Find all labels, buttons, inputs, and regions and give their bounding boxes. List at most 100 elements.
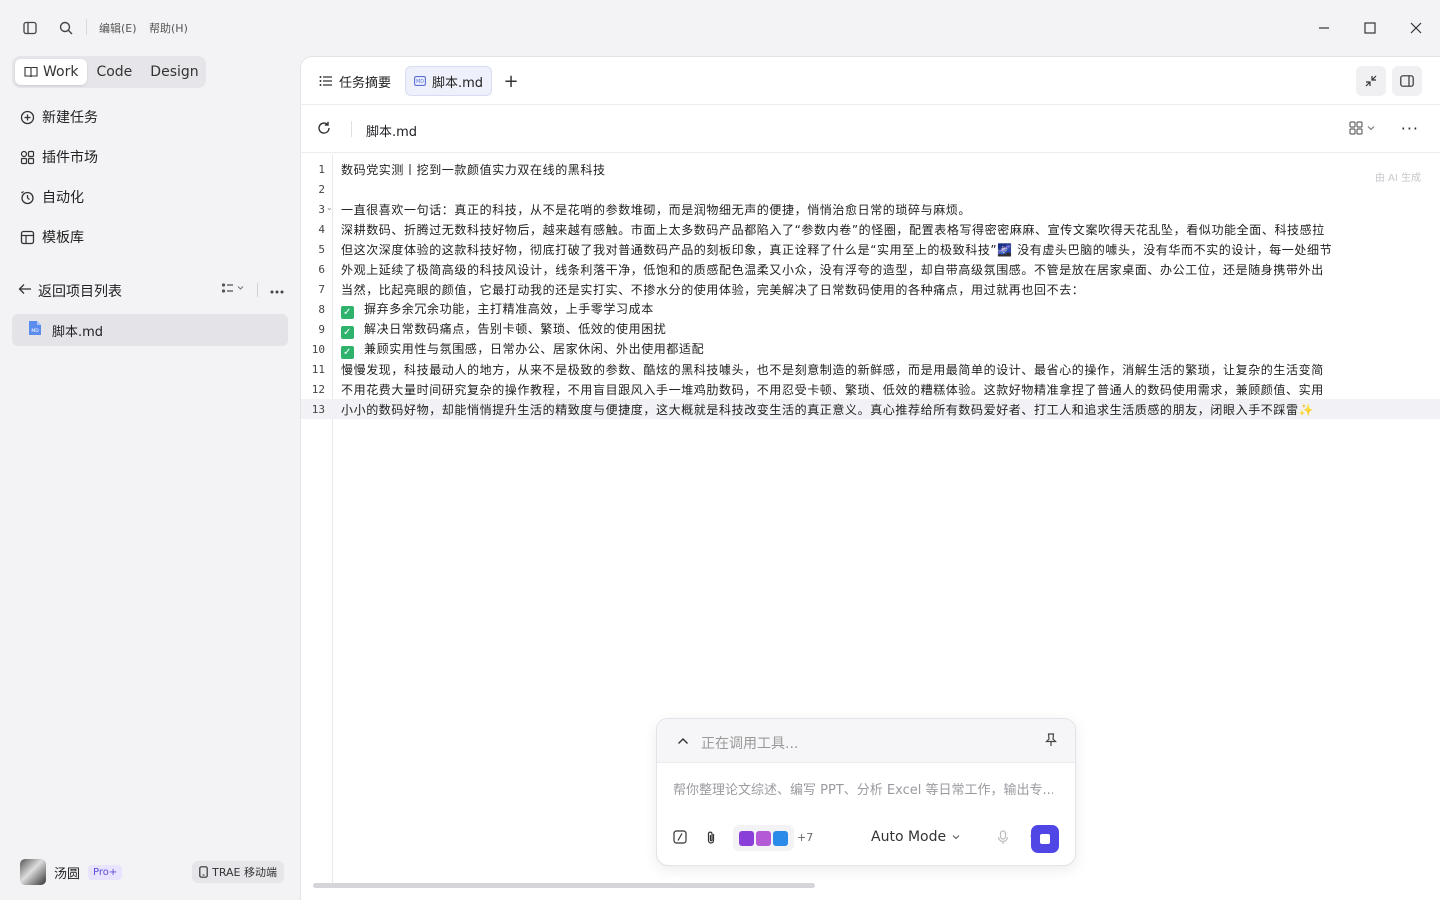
template-icon (20, 230, 35, 244)
design-app-icon (773, 830, 788, 846)
line-content: 一直很喜欢一句话：真正的科技，从不是花哨的参数堆砌，而是润物细无声的便捷，悄悄治… (341, 202, 972, 217)
pin-icon[interactable] (1045, 733, 1057, 751)
line-text: 外观上延续了极简高级的科技风设计，线条利落干净，低饱和的质感配色温柔又小众，没有… (341, 261, 1324, 278)
line-text: 慢慢发现，科技最动人的地方，从来不是极致的参数、酷炫的黑科技噱头，也不是刻意制造… (341, 361, 1324, 378)
editor-line[interactable]: 3 ⌄ 一直很喜欢一句话：真正的科技，从不是花哨的参数堆砌，而是润物细无声的便捷，悄… (301, 199, 1440, 219)
sidebar-item-label: 新建任务 (42, 110, 98, 126)
editor-line[interactable]: 12 不用花费大量时间研究复杂的操作教程，不用盲目跟风入手一堆鸡肋数码，不用忍受卡… (301, 379, 1440, 399)
mode-tab-label: Work (43, 64, 79, 80)
editor-line[interactable]: 13 小小的数码好物，却能悄悄提升生活的精致度与便捷度，这大概就是科技改变生活的真… (301, 399, 1440, 419)
line-text: 数码党实测丨挖到一款颜值实力双在线的黑科技 (341, 161, 606, 178)
line-content: 兼顾实用性与氛围感，日常办公、居家休闲、外出使用都适配 (364, 341, 705, 356)
minimize-icon[interactable] (1312, 16, 1336, 40)
project-file-item[interactable]: MD 脚本.md (12, 314, 288, 346)
book-icon (24, 66, 38, 78)
line-text: 一直很喜欢一句话：真正的科技，从不是花哨的参数堆砌，而是润物细无声的便捷，悄悄治… (341, 201, 971, 218)
mode-tab-design[interactable]: Design (141, 59, 207, 85)
list-view-icon[interactable] (221, 282, 245, 298)
line-number: 2 (318, 182, 325, 196)
add-tab-button[interactable]: + (501, 71, 521, 92)
line-number: 9 (318, 322, 325, 336)
microphone-icon[interactable] (997, 830, 1009, 849)
divider (257, 283, 258, 297)
chat-toolbar: +7 Auto Mode (671, 825, 1067, 853)
editor-line[interactable]: 9 ✓ 解决日常数码痛点，告别卡顿、繁琐、低效的使用困扰 (301, 319, 1440, 339)
svg-text:MD: MD (31, 328, 39, 334)
line-text: 深耕数码、折腾过无数科技好物后，越来越有感触。市面上太多数码产品都陷入了“参数内… (341, 221, 1325, 238)
line-content: 慢慢发现，科技最动人的地方，从来不是极致的参数、酷炫的黑科技噱头，也不是刻意制造… (341, 362, 1324, 377)
editor-line[interactable]: 1 数码党实测丨挖到一款颜值实力双在线的黑科技 (301, 159, 1440, 179)
editor-line[interactable]: 2 (301, 179, 1440, 199)
line-text: 当然，比起亮眼的颜值，它最打动我的还是实打实、不掺水分的使用体验，完美解决了日常… (341, 281, 1084, 298)
user-bar: 汤圆 Pro+ TRAE 移动端 (20, 858, 288, 886)
check-mark-icon: ✓ (341, 325, 354, 339)
tab-script-md[interactable]: MD 脚本.md (405, 66, 493, 96)
avatar[interactable] (20, 859, 46, 885)
line-content: 小小的数码好物，却能悄悄提升生活的精致度与便捷度，这大概就是科技改变生活的真正意… (341, 402, 1315, 417)
slash-command-icon[interactable] (673, 830, 687, 848)
markdown-icon: MD (414, 76, 426, 86)
side-panel-toggle-icon[interactable] (1392, 66, 1422, 96)
maximize-icon[interactable] (1358, 16, 1382, 40)
editor-line[interactable]: 6 外观上延续了极简高级的科技风设计，线条利落干净，低饱和的质感配色温柔又小众，没… (301, 259, 1440, 279)
back-to-projects-link[interactable]: 返回项目列表 (38, 281, 122, 301)
sidebar-item-plugin-market[interactable]: 插件市场 (12, 141, 288, 173)
app-integrations[interactable] (733, 825, 794, 851)
chat-composer: 正在调用工具... 帮你整理论文综述、编写 PPT、分析 Excel 等日常工作… (656, 718, 1076, 866)
editor-line[interactable]: 10 ✓ 兼顾实用性与氛围感，日常办公、居家休闲、外出使用都适配 (301, 339, 1440, 359)
horizontal-scrollbar[interactable] (313, 883, 815, 888)
menu-edit[interactable]: 编辑(E) (99, 20, 137, 36)
line-content: 外观上延续了极简高级的科技风设计，线条利落干净，低饱和的质感配色温柔又小众，没有… (341, 262, 1324, 277)
sidebar-item-templates[interactable]: 模板库 (12, 221, 288, 253)
stop-button[interactable] (1031, 825, 1059, 853)
chevron-up-icon[interactable] (677, 734, 689, 749)
view-mode-dropdown[interactable] (1349, 121, 1375, 135)
mobile-app-label: TRAE 移动端 (212, 866, 277, 879)
title-bar: 编辑(E) 帮助(H) (0, 0, 1440, 56)
phone-icon (199, 866, 208, 878)
line-number: 11 (311, 362, 325, 376)
line-content: 但这次深度体验的这款科技好物，彻底打破了我对普通数码产品的刻板印象，真正诠释了什… (341, 242, 1333, 257)
line-number: 8 (318, 302, 325, 316)
collapse-icon[interactable] (1356, 66, 1386, 96)
list-icon (319, 76, 332, 86)
automation-icon (21, 190, 34, 204)
more-options-icon[interactable] (270, 282, 284, 298)
sidebar-item-new-task[interactable]: 新建任务 (12, 101, 288, 133)
editor-line[interactable]: 7 当然，比起亮眼的颜值，它最打动我的还是实打实、不掺水分的使用体验，完美解决了日… (301, 279, 1440, 299)
mode-tab-code[interactable]: Code (87, 59, 141, 85)
sidebar-item-label: 模板库 (42, 230, 84, 246)
mobile-app-button[interactable]: TRAE 移动端 (192, 861, 284, 883)
line-text: 但这次深度体验的这款科技好物，彻底打破了我对普通数码产品的刻板印象，真正诠释了什… (341, 241, 1332, 258)
more-icon[interactable]: ··· (1401, 119, 1419, 138)
refresh-icon[interactable] (317, 121, 331, 139)
menu-help[interactable]: 帮助(H) (149, 20, 188, 36)
line-content: 不用花费大量时间研究复杂的操作教程，不用盲目跟风入手一堆鸡肋数码，不用忍受卡顿、… (341, 382, 1324, 397)
editor-line[interactable]: 5 但这次深度体验的这款科技好物，彻底打破了我对普通数码产品的刻板印象，真正诠释了… (301, 239, 1440, 259)
editor-line[interactable]: 11 慢慢发现，科技最动人的地方，从来不是极致的参数、酷炫的黑科技噱头，也不是刻意… (301, 359, 1440, 379)
tab-task-summary[interactable]: 任务摘要 (311, 66, 399, 96)
sidebar-item-automation[interactable]: 自动化 (12, 181, 288, 213)
check-mark-icon: ✓ (341, 305, 354, 319)
mode-tab-label: Code (96, 64, 133, 80)
line-text: 小小的数码好物，却能悄悄提升生活的精致度与便捷度，这大概就是科技改变生活的真正意… (341, 401, 1314, 418)
tab-label: 任务摘要 (339, 75, 392, 91)
search-icon[interactable] (56, 18, 76, 38)
more-apps-count[interactable]: +7 (797, 831, 813, 844)
mode-tab-work[interactable]: Work (15, 59, 88, 85)
sidebar-toggle-icon[interactable] (20, 18, 40, 38)
fold-chevron-icon[interactable]: ⌄ (326, 203, 333, 212)
ai-generated-tag: 由 AI 生成 (1374, 173, 1421, 184)
plan-badge: Pro+ (88, 864, 123, 880)
arrow-left-icon[interactable] (18, 283, 32, 299)
mode-tab-label: Design (150, 64, 199, 80)
plugin-market-icon (20, 150, 35, 164)
chat-input[interactable]: 帮你整理论文综述、编写 PPT、分析 Excel 等日常工作，输出专... (673, 779, 1053, 798)
editor-line[interactable]: 4 深耕数码、折腾过无数科技好物后，越来越有感触。市面上太多数码产品都陷入了“参数… (301, 219, 1440, 239)
horizontal-scrollbar-track[interactable] (301, 877, 1429, 893)
editor-line[interactable]: 8 ✓ 摒弃多余冗余功能，主打精准高效，上手零学习成本 (301, 299, 1440, 319)
close-icon[interactable] (1404, 16, 1428, 40)
attachment-icon[interactable] (705, 830, 717, 849)
tab-label: 脚本.md (432, 75, 484, 91)
mode-selector[interactable]: Auto Mode (871, 829, 960, 845)
